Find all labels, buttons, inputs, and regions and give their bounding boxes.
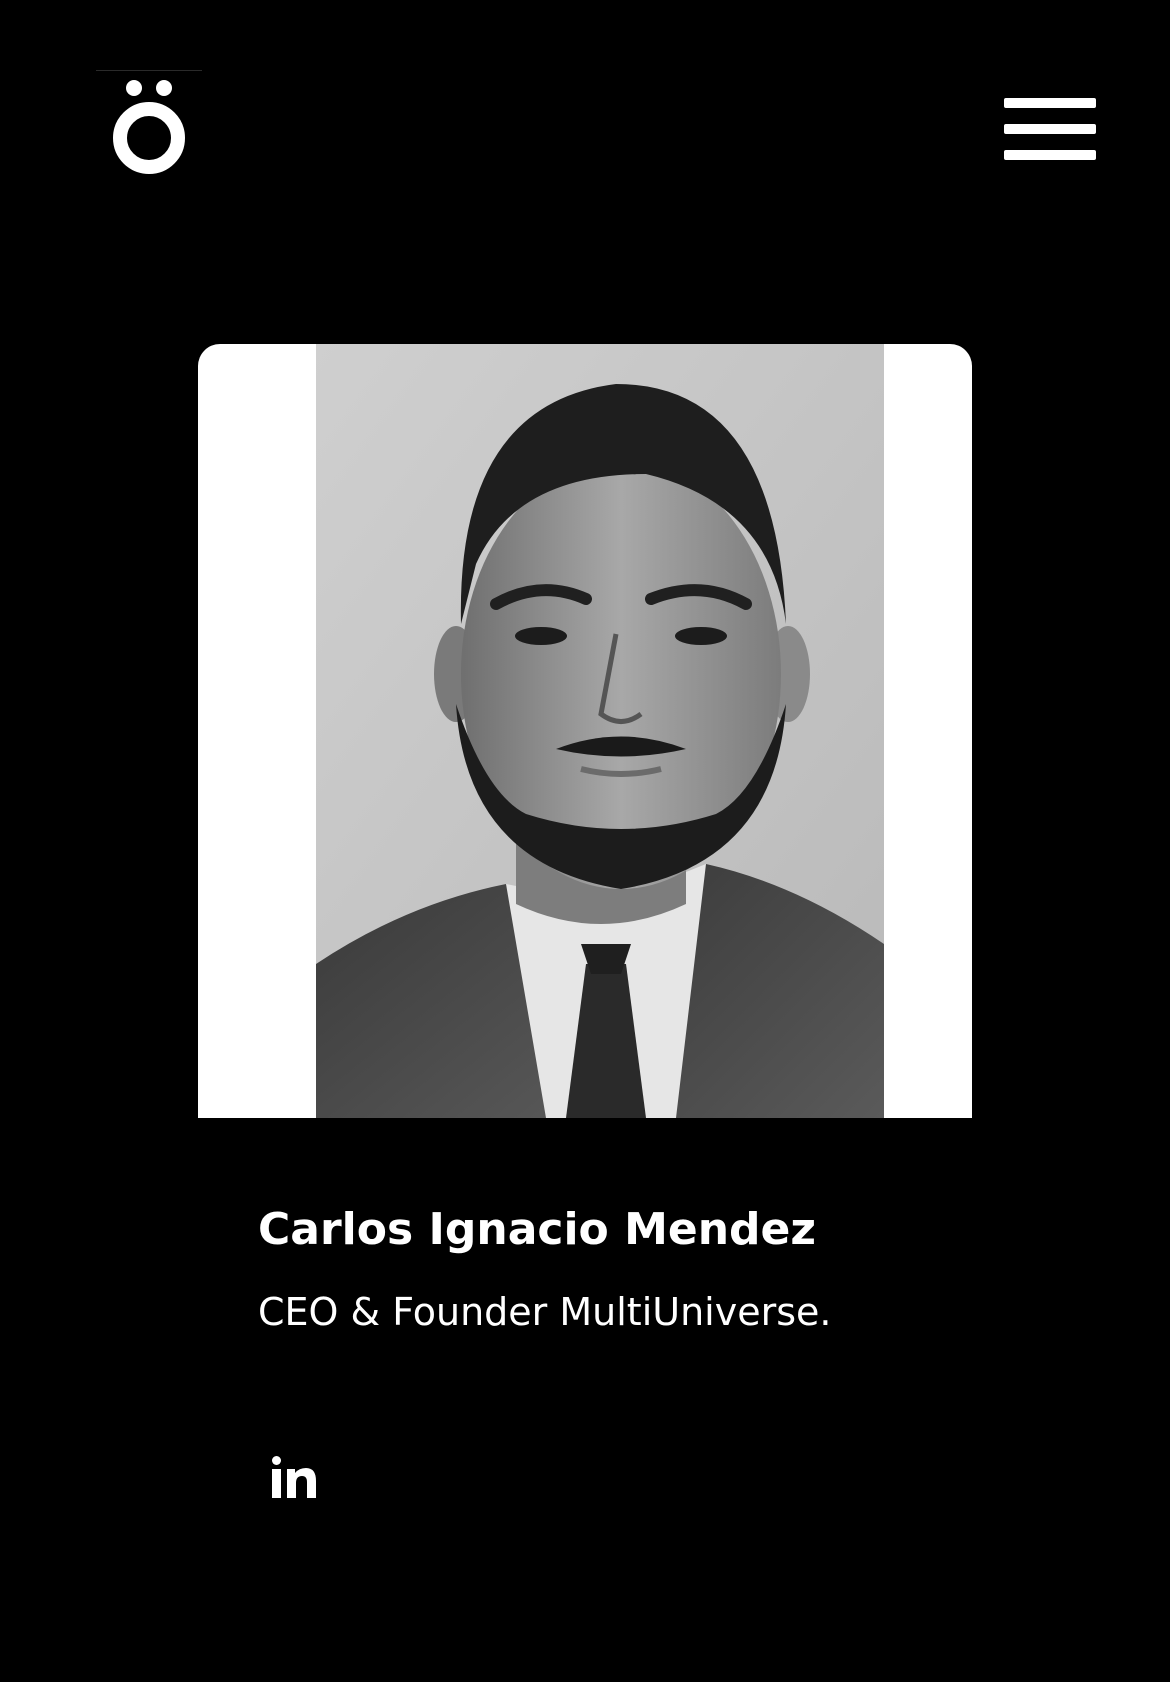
- hamburger-menu-icon-bar-middle: [1004, 124, 1096, 134]
- profile-photo-card: [198, 344, 972, 1118]
- linkedin-icon: [272, 1456, 316, 1498]
- portrait-illustration: [316, 344, 884, 1118]
- person-role: CEO & Founder MultiUniverse.: [258, 1290, 832, 1334]
- linkedin-link[interactable]: [270, 1452, 318, 1504]
- brand-logo[interactable]: [96, 69, 202, 182]
- o-umlaut-logo-icon: [96, 69, 202, 174]
- profile-photo: [316, 344, 884, 1118]
- hamburger-menu-icon-bar-bottom: [1004, 150, 1096, 160]
- hamburger-menu-icon-bar-top: [1004, 98, 1096, 108]
- person-name: Carlos Ignacio Mendez: [258, 1204, 816, 1255]
- menu-button[interactable]: [1004, 98, 1096, 160]
- site-header: [0, 0, 1170, 220]
